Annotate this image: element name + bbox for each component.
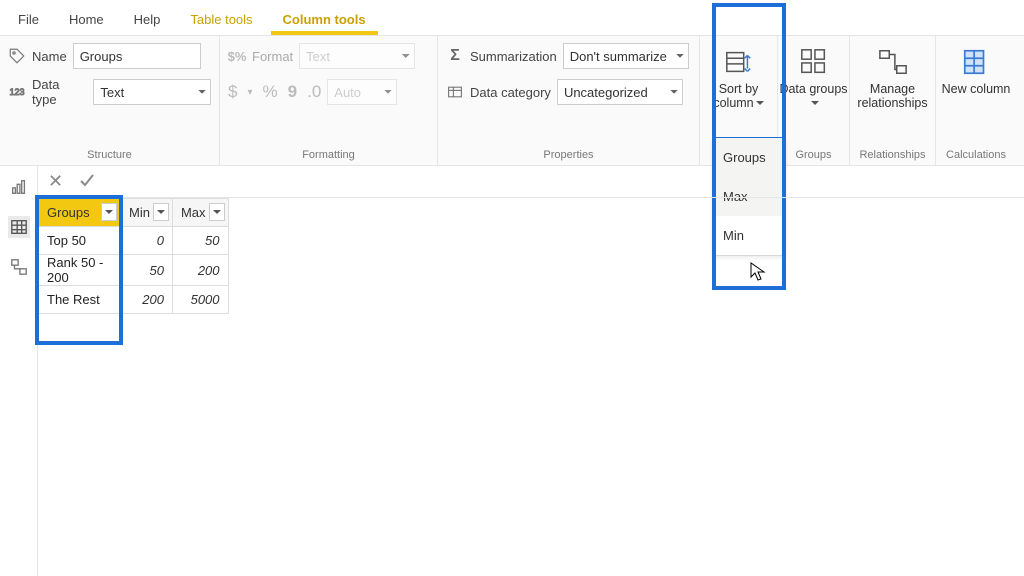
tab-file[interactable]: File <box>6 4 51 35</box>
thousands-button: 9 <box>288 82 297 102</box>
summarization-label: Summarization <box>470 49 557 64</box>
datatype-select[interactable]: Text <box>93 79 211 105</box>
decimal-button: .0 <box>307 82 321 102</box>
column-header-max[interactable]: Max <box>172 199 228 227</box>
group-caption-formatting: Formatting <box>228 145 429 161</box>
ribbon-group-formatting: $% Format Text $▾ % 9 .0 Auto Formatting <box>220 36 438 165</box>
manage-relationships-button[interactable]: Manage relationships <box>852 42 934 115</box>
relationships-icon <box>877 46 909 78</box>
number-format-buttons: $▾ % 9 .0 <box>228 82 321 102</box>
ribbon-group-relationships: Manage relationships Relationships <box>850 36 936 165</box>
sigma-icon: Σ <box>446 47 464 65</box>
column-filter-groups[interactable] <box>101 203 117 221</box>
column-filter-min[interactable] <box>153 203 169 221</box>
datatype-label: Data type <box>32 77 87 107</box>
data-view-button[interactable] <box>8 216 30 238</box>
summarization-select[interactable]: Don't summarize <box>563 43 689 69</box>
cursor-icon <box>750 262 766 282</box>
data-groups-label: Data groups <box>779 82 849 111</box>
data-groups-button[interactable]: Data groups <box>777 42 851 115</box>
group-caption-groups: Groups <box>780 145 847 161</box>
format-select: Text <box>299 43 415 69</box>
currency-button: $ <box>228 82 237 102</box>
formula-commit-button[interactable] <box>77 170 97 193</box>
table-row[interactable]: Rank 50 - 20050200 <box>39 255 229 286</box>
sort-icon <box>723 46 755 78</box>
new-column-button[interactable]: New column <box>939 42 1013 100</box>
new-column-label: New column <box>942 82 1011 96</box>
column-header-groups[interactable]: Groups <box>39 199 121 227</box>
ribbon-group-structure: Name 123 Data type Text Structure <box>0 36 220 165</box>
svg-text:123: 123 <box>10 87 25 97</box>
group-caption-calculations: Calculations <box>938 145 1014 161</box>
datatype-icon: 123 <box>8 83 26 101</box>
tab-help[interactable]: Help <box>122 4 173 35</box>
percent-button: % <box>263 82 278 102</box>
ribbon-group-calculations: New column Calculations <box>936 36 1016 165</box>
format-icon: $% <box>228 47 246 65</box>
report-view-button[interactable] <box>8 176 30 198</box>
table-row[interactable]: Top 50050 <box>39 227 229 255</box>
new-column-icon <box>960 46 992 78</box>
category-select[interactable]: Uncategorized <box>557 79 683 105</box>
group-caption-structure: Structure <box>8 145 211 161</box>
tab-column-tools[interactable]: Column tools <box>271 4 378 35</box>
format-label: Format <box>252 49 293 64</box>
ribbon-group-properties: Σ Summarization Don't summarize Data cat… <box>438 36 700 165</box>
model-view-button[interactable] <box>8 256 30 278</box>
relationships-label: Manage relationships <box>854 82 932 111</box>
data-groups-icon <box>798 46 830 78</box>
table-row[interactable]: The Rest2005000 <box>39 286 229 314</box>
data-grid: Groups Min Max Top 50050 Rank 50 - 20050… <box>38 198 229 314</box>
column-header-min[interactable]: Min <box>121 199 173 227</box>
dropdown-item-min[interactable]: Min <box>713 216 785 255</box>
group-caption-relationships: Relationships <box>852 145 933 161</box>
tag-icon <box>8 47 26 65</box>
decimal-places-select: Auto <box>327 79 397 105</box>
view-rail <box>0 166 38 576</box>
ribbon-tabstrip: File Home Help Table tools Column tools <box>0 0 1024 36</box>
column-filter-max[interactable] <box>209 203 225 221</box>
category-icon <box>446 83 464 101</box>
formula-bar: ✕ <box>38 166 1024 198</box>
sort-by-column-button[interactable]: Sort by column <box>702 42 776 115</box>
tab-table-tools[interactable]: Table tools <box>178 4 264 35</box>
group-caption-properties: Properties <box>446 145 691 161</box>
ribbon: Name 123 Data type Text Structure $% For… <box>0 36 1024 166</box>
ribbon-group-groups: Data groups Groups <box>778 36 850 165</box>
formula-cancel-button[interactable]: ✕ <box>48 171 63 192</box>
name-label: Name <box>32 49 67 64</box>
tab-home[interactable]: Home <box>57 4 116 35</box>
sort-by-column-label: Sort by column <box>704 82 774 111</box>
category-label: Data category <box>470 85 551 100</box>
name-field[interactable] <box>73 43 201 69</box>
